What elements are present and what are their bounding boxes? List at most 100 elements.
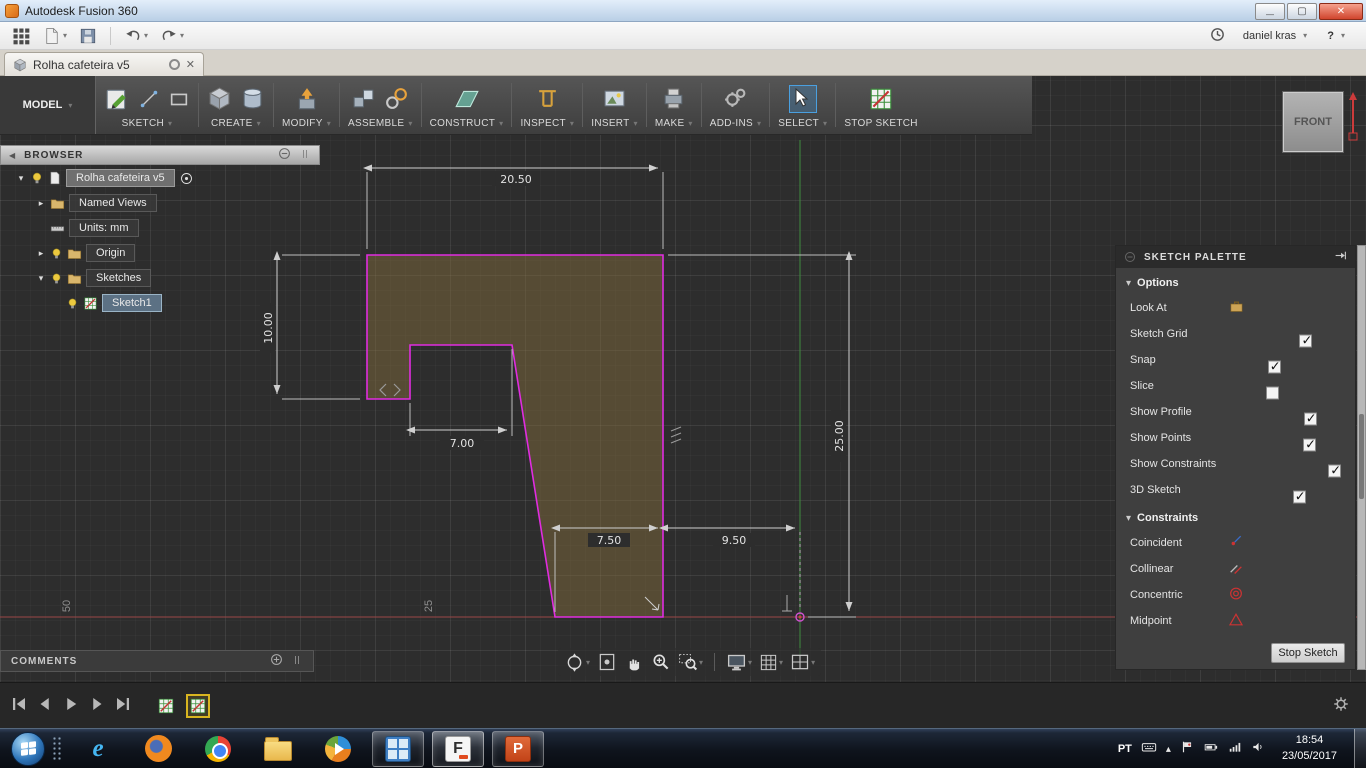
minimize-panel-icon[interactable] <box>278 147 291 163</box>
timeline-next-button[interactable] <box>88 695 106 716</box>
save-button[interactable] <box>76 25 100 47</box>
sketch-grid-checkbox[interactable] <box>1299 334 1312 347</box>
visibility-bulb-icon[interactable] <box>50 247 63 260</box>
browser-item-named-views[interactable]: Named Views <box>69 194 157 212</box>
taskbar-internet-explorer[interactable] <box>72 731 124 767</box>
timeline-feature-sketch-active[interactable] <box>186 694 210 718</box>
viewcube-face-label[interactable]: FRONT <box>1294 116 1332 128</box>
close-button[interactable] <box>1319 3 1363 20</box>
user-menu[interactable]: daniel kras <box>1240 28 1310 44</box>
collapse-panel-icon[interactable]: ◀ <box>9 151 16 160</box>
show-hidden-icons-button[interactable] <box>1166 743 1171 755</box>
ribbon-tab-inspect[interactable]: INSPECT <box>520 118 574 129</box>
visibility-bulb-icon[interactable] <box>50 272 63 285</box>
apps-grid-button[interactable] <box>8 24 34 48</box>
undo-button[interactable] <box>121 25 151 47</box>
joint-icon[interactable] <box>384 86 409 111</box>
collinear-constraint-icon[interactable] <box>1228 560 1244 579</box>
browser-row-origin[interactable]: Origin <box>0 241 320 265</box>
create-cylinder-icon[interactable] <box>240 86 265 111</box>
taskbar-chrome[interactable] <box>192 731 244 767</box>
viewports-button[interactable] <box>790 652 815 672</box>
viewcube[interactable]: FRONT <box>1283 92 1343 152</box>
grid-settings-button[interactable] <box>759 653 783 672</box>
sync-status-icon[interactable] <box>1209 26 1226 46</box>
browser-row-root[interactable]: Rolha cafeteira v5 <box>0 166 320 190</box>
network-signal-icon[interactable] <box>1228 740 1242 757</box>
timeline-go-to-end-button[interactable] <box>114 695 132 716</box>
expander-icon[interactable] <box>16 173 26 184</box>
orbit-button[interactable] <box>564 652 590 673</box>
taskbar-explorer-folder[interactable] <box>252 731 304 767</box>
palette-section-constraints[interactable]: Constraints <box>1116 506 1355 530</box>
pan-button[interactable] <box>624 652 644 672</box>
workspace-selector[interactable]: MODEL <box>0 76 96 134</box>
expander-icon[interactable] <box>36 248 46 259</box>
taskbar-firefox[interactable] <box>132 731 184 767</box>
slice-checkbox[interactable] <box>1266 386 1279 399</box>
document-tab[interactable]: Rolha cafeteira v5 <box>4 52 204 76</box>
timeline-go-to-start-button[interactable] <box>10 695 28 716</box>
taskbar-clock[interactable]: 18:54 23/05/2017 <box>1274 733 1345 764</box>
dock-pin-icon[interactable] <box>1334 249 1347 265</box>
comments-panel[interactable]: COMMENTS <box>0 650 314 672</box>
minimize-button[interactable] <box>1255 3 1285 20</box>
start-button[interactable] <box>11 732 45 766</box>
browser-row-units[interactable]: Units: mm <box>0 216 320 240</box>
ribbon-tab-assemble[interactable]: ASSEMBLE <box>348 118 413 129</box>
line-tool-icon[interactable] <box>138 88 160 110</box>
panel-handle-icon[interactable] <box>291 654 303 669</box>
language-indicator[interactable]: PT <box>1118 743 1132 755</box>
taskbar-powerpoint[interactable] <box>492 731 544 767</box>
browser-row-named-views[interactable]: Named Views <box>0 191 320 215</box>
ribbon-tab-addins[interactable]: ADD-INS <box>710 118 762 129</box>
show-desktop-button[interactable] <box>1354 729 1366 768</box>
palette-section-options[interactable]: Options <box>1116 271 1355 295</box>
browser-item-root[interactable]: Rolha cafeteira v5 <box>66 169 175 187</box>
ribbon-tab-create[interactable]: CREATE <box>211 118 261 129</box>
addins-gears-icon[interactable] <box>723 86 748 111</box>
battery-icon[interactable] <box>1203 740 1219 757</box>
concentric-constraint-icon[interactable] <box>1228 586 1244 605</box>
timeline-settings-gear-icon[interactable] <box>1332 695 1356 716</box>
midpoint-constraint-icon[interactable] <box>1228 612 1244 631</box>
taskbar-fusion360[interactable] <box>432 731 484 767</box>
coincident-constraint-icon[interactable] <box>1228 534 1244 553</box>
browser-row-sketch1[interactable]: Sketch1 <box>0 291 320 315</box>
ribbon-tab-construct[interactable]: CONSTRUCT <box>430 118 504 129</box>
keyboard-layout-icon[interactable] <box>1141 739 1157 758</box>
browser-item-units[interactable]: Units: mm <box>69 219 139 237</box>
new-component-icon[interactable] <box>351 86 376 111</box>
action-center-flag-icon[interactable] <box>1180 740 1194 757</box>
look-at-button[interactable] <box>597 652 617 672</box>
ribbon-tab-make[interactable]: MAKE <box>655 118 693 129</box>
zoom-window-button[interactable] <box>678 652 703 672</box>
make-3dprint-icon[interactable] <box>661 86 686 111</box>
create-sketch-icon[interactable] <box>104 86 130 112</box>
expander-icon[interactable] <box>36 198 46 209</box>
select-cursor-icon[interactable] <box>791 87 815 111</box>
maximize-button[interactable] <box>1287 3 1317 20</box>
expander-icon[interactable] <box>36 273 46 284</box>
redo-button[interactable] <box>157 25 187 47</box>
panel-handle-icon[interactable] <box>299 148 311 163</box>
ribbon-tab-sketch[interactable]: SKETCH <box>122 118 173 129</box>
ribbon-tab-select[interactable]: SELECT <box>778 118 827 129</box>
scrollbar-thumb[interactable] <box>1359 414 1364 499</box>
expand-comments-icon[interactable] <box>270 653 283 669</box>
taskbar-media-player[interactable] <box>312 731 364 767</box>
stop-sketch-palette-button[interactable]: Stop Sketch <box>1271 643 1345 663</box>
timeline-previous-button[interactable] <box>36 695 54 716</box>
3d-sketch-checkbox[interactable] <box>1293 490 1306 503</box>
activate-component-icon[interactable] <box>179 171 194 186</box>
browser-item-sketches[interactable]: Sketches <box>86 269 151 287</box>
show-profile-checkbox[interactable] <box>1304 412 1317 425</box>
snap-checkbox[interactable] <box>1268 360 1281 373</box>
timeline-feature-sketch[interactable] <box>154 694 178 718</box>
volume-icon[interactable] <box>1251 740 1265 757</box>
display-settings-button[interactable] <box>726 652 752 673</box>
visibility-bulb-icon[interactable] <box>30 171 44 185</box>
file-menu-button[interactable] <box>40 25 70 47</box>
minimize-panel-icon[interactable] <box>1124 251 1136 263</box>
ribbon-tab-insert[interactable]: INSERT <box>591 118 638 129</box>
